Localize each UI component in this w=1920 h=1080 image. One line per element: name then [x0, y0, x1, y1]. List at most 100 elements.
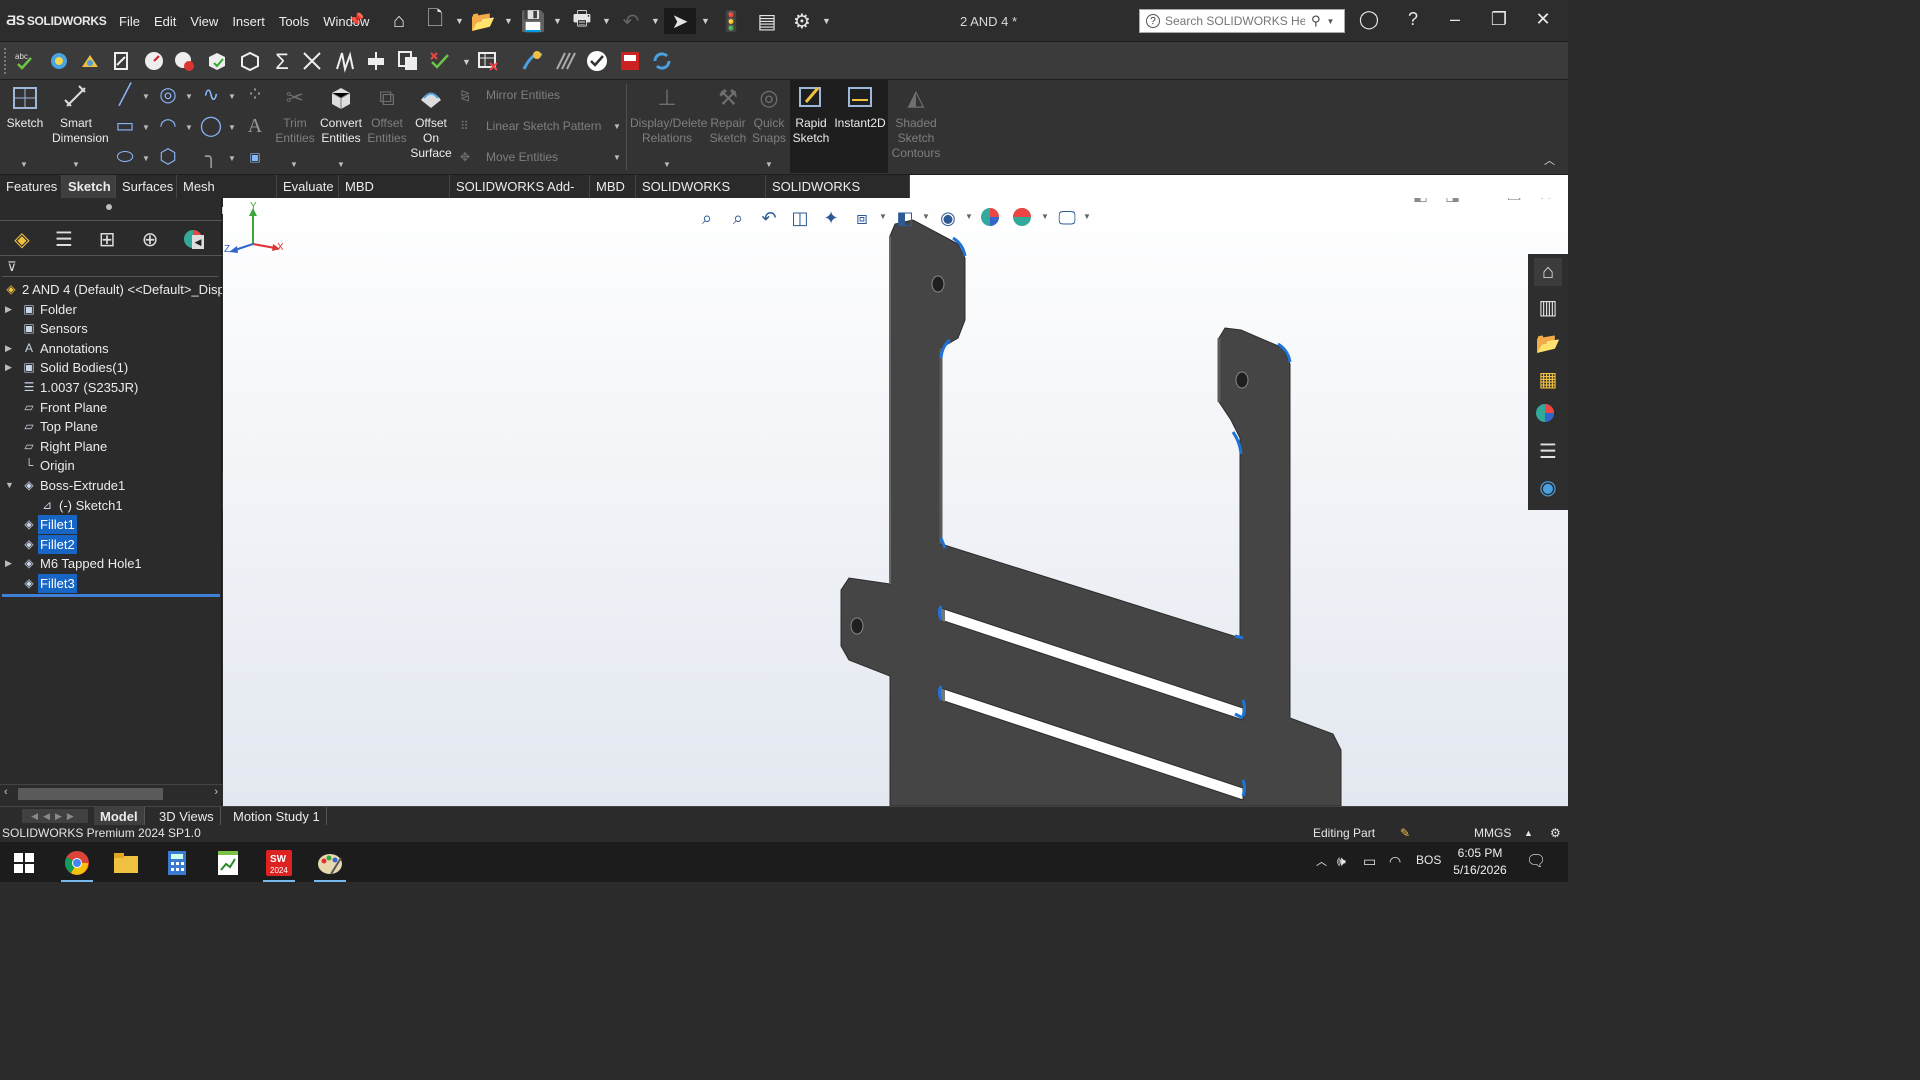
tile-left-icon[interactable]: ◧ — [1413, 198, 1428, 205]
customize-status-icon[interactable]: ⚙ — [1550, 825, 1561, 842]
repair-sketch-button[interactable]: ⚒ Repair Sketch — [708, 80, 748, 146]
chevron-down-icon[interactable]: ▼ — [553, 16, 562, 26]
new-document-icon[interactable]: 🗋 — [422, 8, 448, 34]
pin-icon[interactable]: 📌 — [348, 12, 364, 28]
circle-icon[interactable]: ◎ — [155, 82, 181, 108]
tree-item-m6-tapped-hole1[interactable]: ▶ ◈ M6 Tapped Hole1 — [0, 554, 222, 574]
chevron-down-icon[interactable]: ▼ — [765, 160, 773, 169]
tab-surfaces[interactable]: Surfaces — [116, 175, 177, 198]
rollback-bar[interactable] — [2, 594, 220, 597]
viewport-minimize-icon[interactable]: – — [1477, 198, 1486, 203]
check-sensor-icon[interactable] — [172, 49, 196, 73]
tab-model[interactable]: Model — [94, 807, 145, 826]
expand-arrow-icon[interactable]: ▶ — [5, 339, 12, 358]
display-style-icon[interactable]: ◧ — [893, 206, 917, 230]
chrome-icon[interactable] — [57, 846, 97, 882]
tab-mbd[interactable]: MBD — [590, 175, 636, 198]
file-explorer-icon[interactable]: 📂 — [1534, 330, 1562, 358]
sketch-button[interactable]: Sketch — [4, 80, 46, 131]
tab-solidworks-visualize[interactable]: SOLIDWORKS Visualize — [766, 175, 910, 217]
zoom-to-area-icon[interactable]: ⌕ — [726, 206, 750, 230]
notepad-chart-icon[interactable] — [208, 846, 248, 880]
drive-works-icon[interactable] — [618, 49, 642, 73]
hole-callout-icon[interactable] — [364, 49, 388, 73]
chevron-down-icon[interactable]: ▼ — [663, 160, 671, 169]
tree-item-sensors[interactable]: ▣ Sensors — [0, 319, 222, 339]
tree-item-fillet3[interactable]: ◈ Fillet3 — [0, 573, 222, 594]
options-gear-icon[interactable]: ⚙ — [789, 8, 815, 34]
rapid-sketch-button[interactable]: Rapid Sketch — [790, 80, 832, 173]
mirror-entities-button[interactable]: ⧎ Mirror Entities — [460, 88, 560, 102]
view-palette-icon[interactable]: ▦ — [1534, 366, 1562, 394]
user-account-icon[interactable]: ◯ — [1356, 9, 1382, 33]
chevron-down-icon[interactable]: ▼ — [504, 16, 513, 26]
clock[interactable]: 6:05 PM 5/16/2026 — [1448, 845, 1512, 879]
tab-features[interactable]: Features — [0, 175, 62, 198]
collapse-ribbon-icon[interactable]: ︿ — [1544, 152, 1555, 168]
previous-view-icon[interactable]: ↶ — [757, 206, 781, 230]
search-icon[interactable]: ⚲ — [1311, 13, 1321, 29]
chevron-down-icon[interactable]: ▼ — [1327, 17, 1335, 26]
section-properties-icon[interactable] — [110, 49, 134, 73]
instant2d-button[interactable]: Instant2D — [832, 80, 888, 173]
slot-icon[interactable]: ⬭ — [112, 144, 138, 170]
approve-check-icon[interactable] — [585, 49, 609, 73]
chevron-down-icon[interactable]: ▼ — [142, 92, 150, 101]
trim-entities-button[interactable]: ✂ Trim Entities — [272, 80, 318, 146]
tab-mesh-modeling[interactable]: Mesh Modeling — [177, 175, 277, 217]
viewport-close-icon[interactable]: ✕ — [1539, 198, 1552, 205]
chevron-down-icon[interactable]: ▼ — [142, 154, 150, 163]
chevron-down-icon[interactable]: ▼ — [701, 16, 710, 26]
zoom-to-fit-icon[interactable]: ⌕ — [695, 206, 719, 230]
sync-icon[interactable] — [650, 49, 674, 73]
shaded-sketch-contours-button[interactable]: ◭ Shaded Sketch Contours — [890, 80, 942, 161]
chevron-down-icon[interactable]: ▼ — [228, 92, 236, 101]
offset-entities-button[interactable]: ⧉ Offset Entities — [366, 80, 408, 146]
undo-icon[interactable]: ↶ — [618, 8, 644, 34]
restore-button[interactable]: ❐ — [1486, 9, 1512, 33]
tree-item-fillet1[interactable]: ◈ Fillet1 — [0, 515, 222, 535]
dynamic-annotation-icon[interactable]: ✦ — [819, 206, 843, 230]
box-icon[interactable] — [238, 49, 262, 73]
notifications-icon[interactable]: 🗨 — [1526, 851, 1546, 871]
tab-mbd-dimensions[interactable]: MBD Dimensions — [339, 175, 450, 217]
curvature-icon[interactable] — [521, 49, 545, 73]
chevron-down-icon[interactable]: ▼ — [72, 160, 80, 169]
tree-horizontal-scrollbar[interactable]: ‹ › — [0, 784, 222, 802]
solidworks-taskbar-icon[interactable]: SW 2024 — [259, 846, 299, 882]
scrollbar-thumb[interactable] — [18, 788, 163, 800]
expand-arrow-icon[interactable]: ▶ — [5, 300, 12, 319]
tree-item-origin[interactable]: └ Origin — [0, 456, 222, 476]
chevron-down-icon[interactable]: ▼ — [879, 212, 887, 221]
sensor-gauge-icon[interactable] — [142, 49, 166, 73]
open-folder-icon[interactable]: 📂 — [470, 8, 496, 34]
calculator-icon[interactable] — [157, 846, 197, 880]
tab-sketch[interactable]: Sketch — [62, 175, 116, 198]
rebuild-traffic-light-icon[interactable]: 🚦 — [718, 8, 744, 34]
help-search-input[interactable] — [1165, 14, 1305, 28]
chevron-down-icon[interactable]: ▼ — [142, 123, 150, 132]
polygon-icon[interactable]: ⬡ — [155, 144, 181, 170]
part-check-icon[interactable] — [205, 49, 229, 73]
help-search-box[interactable]: ? ⚲ ▼ — [1139, 9, 1345, 33]
collapse-arrow-icon[interactable]: ▼ — [5, 476, 14, 495]
menu-edit[interactable]: Edit — [154, 14, 176, 29]
line-icon[interactable]: ╱ — [112, 82, 138, 108]
rebuild-icon[interactable]: ✎ — [1400, 825, 1410, 842]
copy-settings-icon[interactable] — [396, 49, 420, 73]
tree-item-sketch1[interactable]: ⊿ (-) Sketch1 — [0, 496, 222, 516]
chevron-left-icon[interactable]: ◀ — [192, 235, 204, 249]
spell-check-icon[interactable]: abc — [13, 49, 37, 73]
tab-scroll-arrows[interactable]: ◀◀▶▶ — [22, 809, 88, 823]
tree-item-annotations[interactable]: ▶ A Annotations — [0, 339, 222, 359]
tab-solidworks-add-ins[interactable]: SOLIDWORKS Add-Ins — [450, 175, 590, 217]
tree-item-material[interactable]: ☰ 1.0037 (S235JR) — [0, 378, 222, 398]
input-language[interactable]: BOS — [1416, 853, 1441, 867]
edit-appearance-icon[interactable] — [979, 206, 1003, 230]
dimxpert-manager-tab-icon[interactable]: ⊕ — [132, 223, 168, 255]
check-sketch-icon[interactable] — [428, 49, 452, 73]
chevron-down-icon[interactable]: ▼ — [651, 16, 660, 26]
chevron-down-icon[interactable]: ▼ — [185, 92, 193, 101]
solidworks-logo[interactable]: ƋS SOLIDWORKS — [6, 12, 107, 28]
tree-filter[interactable]: ⊽ — [2, 257, 218, 277]
